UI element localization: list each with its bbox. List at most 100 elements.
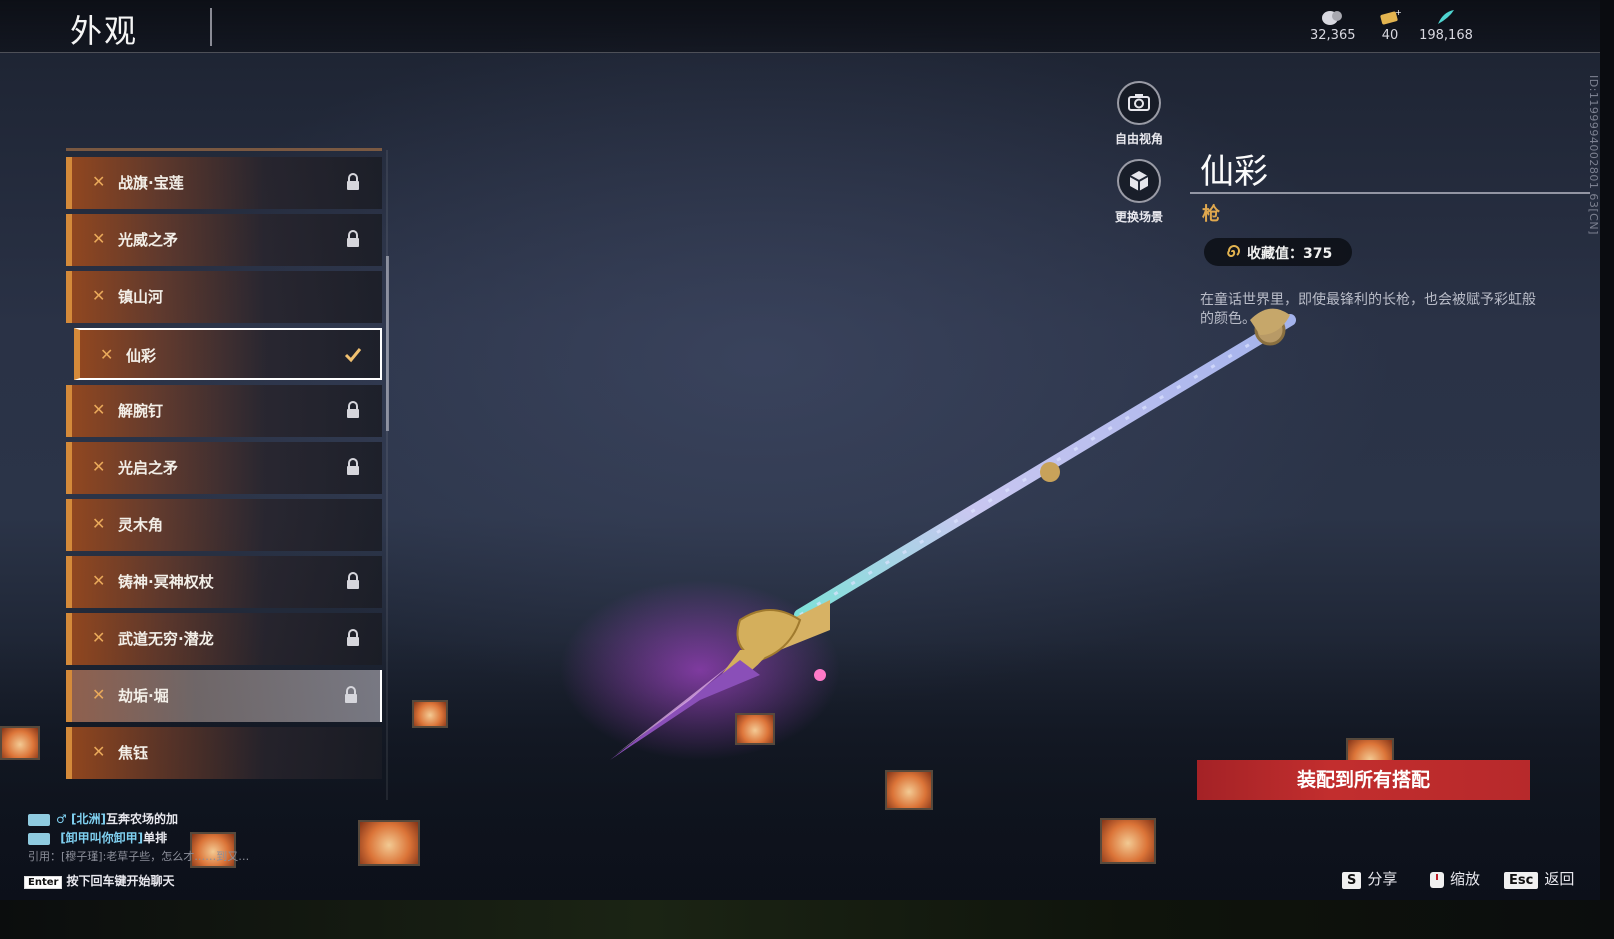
- cross-swords-icon: ✕: [92, 286, 106, 305]
- list-item-label: 铸神·冥神权杖: [118, 573, 214, 591]
- list-item-selected[interactable]: ✕ 仙彩: [74, 328, 382, 380]
- list-item-label: 灵木角: [118, 516, 164, 534]
- share-key: S: [1342, 872, 1362, 889]
- lock-icon: [347, 458, 359, 475]
- chat-line[interactable]: ♂ [北洲]互奔农场的加: [28, 810, 178, 827]
- checkmark-icon: [344, 348, 362, 363]
- zoom-hint[interactable]: 缩放: [1428, 868, 1480, 889]
- lock-icon: [347, 629, 359, 646]
- chat-text: 单排: [143, 831, 168, 845]
- collect-value: 收藏值：375: [1247, 246, 1333, 262]
- list-item-label: 光启之矛: [118, 459, 179, 477]
- list-item-hover[interactable]: ✕ 劫垢·堀: [66, 670, 382, 722]
- player-id: ID:1199994002801 63[CN]: [1587, 75, 1600, 235]
- currency-feathers-value: 198,168: [1419, 28, 1473, 43]
- chat-channel: [北洲]: [70, 812, 106, 826]
- chat-quote: 引用：[穆子瑾]:老草子些，怎么才……到又…: [28, 850, 250, 863]
- taskbar-strip: [0, 900, 1614, 939]
- share-hint[interactable]: S 分享: [1342, 868, 1397, 889]
- chat-text: 互奔农场的加: [105, 812, 178, 826]
- list-item-label: 劫垢·堀: [118, 687, 169, 705]
- currency-tickets: + 40: [1372, 8, 1408, 43]
- appearance-list[interactable]: ✕ 战旗·宝莲 ✕ 光威之矛 ✕ 镇山河 ✕ 仙彩 ✕ 解腕钉 ✕ 光启之矛 ✕…: [66, 150, 384, 800]
- page-title: 外观: [70, 12, 139, 50]
- free-view-label: 自由视角: [1114, 132, 1163, 146]
- list-item-label: 仙彩: [126, 347, 157, 365]
- mouse-icon: [1430, 871, 1444, 888]
- lantern: [412, 700, 448, 728]
- camera-icon: [1128, 94, 1150, 111]
- change-scene-label: 更换场景: [1114, 210, 1163, 224]
- lock-icon: [347, 173, 359, 190]
- lantern: [358, 820, 420, 866]
- cross-swords-icon: ✕: [92, 457, 106, 476]
- list-item-label: 战旗·宝莲: [118, 174, 184, 192]
- list-item[interactable]: ✕ 武道无穷·潜龙: [66, 613, 382, 665]
- top-bar: 外观 32,365 + 40 198,168: [0, 0, 1614, 53]
- list-item-label: 光威之矛: [118, 231, 179, 249]
- chat-channel-icon: [28, 813, 50, 826]
- item-description: 在童话世界里，即使最锋利的长枪，也会被赋予彩虹般的颜色。: [1200, 292, 1536, 327]
- list-item[interactable]: ✕ 光威之矛: [66, 214, 382, 266]
- list-item-label: 焦钰: [118, 744, 149, 762]
- lock-icon: [347, 572, 359, 589]
- currency-coins-value: 32,365: [1310, 28, 1356, 43]
- cube-icon: [1129, 171, 1149, 191]
- currency-coins: 32,365: [1310, 8, 1356, 43]
- cross-swords-icon: ✕: [92, 229, 106, 248]
- cross-swords-icon: ✕: [92, 685, 106, 704]
- item-type: 枪: [1202, 204, 1220, 225]
- spiral-icon: [1227, 245, 1240, 258]
- free-view-button[interactable]: [1117, 81, 1161, 125]
- coin-pouch-icon: [1310, 8, 1354, 28]
- jade-feather-icon: [1418, 8, 1474, 28]
- lantern: [885, 770, 933, 810]
- change-scene-button[interactable]: [1117, 159, 1161, 203]
- list-item[interactable]: ✕ 铸神·冥神权杖: [66, 556, 382, 608]
- lantern: [1100, 818, 1156, 864]
- cross-swords-icon: ✕: [92, 172, 106, 191]
- back-label: 返回: [1544, 870, 1575, 888]
- name-underline: [1190, 192, 1590, 194]
- lock-icon: [347, 401, 359, 418]
- list-item[interactable]: ✕ 灵木角: [66, 499, 382, 551]
- list-item-label: 解腕钉: [118, 402, 164, 420]
- currency-feathers: 198,168: [1418, 8, 1474, 43]
- chat-line[interactable]: [卸甲叫你卸甲]单排: [28, 829, 167, 846]
- zoom-label: 缩放: [1450, 870, 1481, 888]
- list-scrollbar-thumb[interactable]: [386, 256, 389, 431]
- gold-ticket-icon: +: [1372, 8, 1408, 28]
- list-item-label: 镇山河: [118, 288, 164, 306]
- lock-icon: [345, 686, 357, 703]
- cross-swords-icon: ✕: [100, 345, 114, 364]
- cross-swords-icon: ✕: [92, 628, 106, 647]
- window-edge: [1600, 0, 1614, 939]
- currency-tickets-value: 40: [1381, 28, 1399, 43]
- list-item[interactable]: ✕ 光启之矛: [66, 442, 382, 494]
- share-label: 分享: [1367, 870, 1398, 888]
- chat-enter-label: 按下回车键开始聊天: [66, 874, 175, 888]
- chat-channel-icon: [28, 832, 50, 845]
- lantern: [0, 726, 40, 760]
- list-item[interactable]: ✕ 战旗·宝莲: [66, 157, 382, 209]
- lock-icon: [347, 230, 359, 247]
- enter-key: Enter: [24, 876, 63, 889]
- chat-enter-hint[interactable]: Enter 按下回车键开始聊天: [24, 872, 174, 889]
- list-item[interactable]: ✕ 解腕钉: [66, 385, 382, 437]
- svg-text:+: +: [1395, 8, 1401, 17]
- list-item[interactable]: ✕ 镇山河: [66, 271, 382, 323]
- lantern: [735, 713, 775, 745]
- equip-all-button[interactable]: 装配到所有搭配: [1197, 760, 1530, 800]
- esc-key: Esc: [1504, 872, 1539, 889]
- male-icon: ♂: [56, 812, 67, 826]
- cross-swords-icon: ✕: [92, 742, 106, 761]
- title-divider: [210, 8, 212, 46]
- list-item-label: 武道无穷·潜龙: [118, 630, 214, 648]
- list-scrollbar-track[interactable]: [386, 150, 388, 800]
- cross-swords-icon: ✕: [92, 400, 106, 419]
- back-hint[interactable]: Esc 返回: [1504, 868, 1574, 889]
- chat-channel: [卸甲叫你卸甲]: [60, 831, 144, 845]
- cross-swords-icon: ✕: [92, 571, 106, 590]
- item-name: 仙彩: [1200, 152, 1268, 192]
- list-item[interactable]: ✕ 焦钰: [66, 727, 382, 779]
